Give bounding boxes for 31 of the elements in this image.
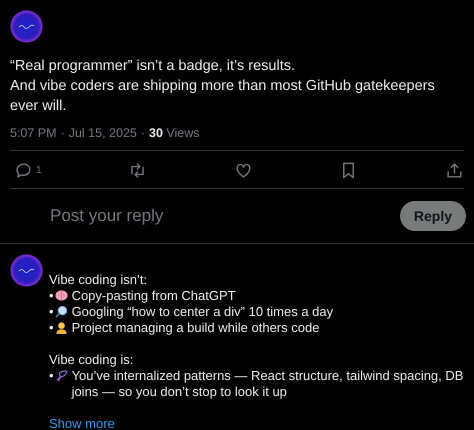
views-count: 30 Views — [149, 126, 200, 140]
avatar-icon[interactable] — [10, 254, 43, 287]
share-button[interactable] — [445, 161, 464, 180]
show-more-link[interactable]: Show more — [49, 416, 115, 430]
reply-input-field[interactable]: Post your reply — [50, 206, 350, 226]
list-item-text: Copy-pasting from ChatGPT — [72, 288, 236, 304]
heart-icon — [234, 161, 253, 180]
avatar-icon[interactable] — [10, 10, 43, 43]
reply-button[interactable]: 1 — [14, 161, 42, 180]
bullet: • — [49, 288, 54, 304]
speech-bubble-icon — [14, 161, 33, 180]
like-button[interactable] — [234, 161, 253, 180]
separator: · — [60, 126, 65, 140]
person-icon — [54, 321, 68, 334]
list-item-text: Project managing a build while others code — [72, 320, 320, 336]
brain-icon — [54, 289, 68, 302]
bullet: • — [49, 368, 54, 384]
reply-heading: Vibe coding isn’t: — [49, 272, 148, 288]
post-date: Jul 15, 2025 — [68, 126, 137, 140]
dna-icon — [54, 369, 68, 382]
share-icon — [445, 161, 464, 180]
post-text: “Real programmer” isn’t a badge, it’s results. And vibe coders are shipping more than most GitHub gatekeepers ever will. — [10, 57, 436, 116]
list-item-text: You’ve internalized patterns — React structure, tailwind spacing, DB joins — so you don’t stop to look it up — [72, 368, 464, 400]
reply-heading: Vibe coding is: — [49, 352, 134, 368]
post-time: 5:07 PM — [10, 126, 57, 140]
magnifier-icon — [54, 305, 68, 318]
bullet: • — [49, 304, 54, 320]
separator: · — [140, 126, 146, 140]
list-item-text: Googling “how to center a div” 10 times a day — [72, 304, 334, 320]
bullet: • — [49, 320, 54, 336]
reply-button[interactable]: Reply — [400, 201, 466, 231]
